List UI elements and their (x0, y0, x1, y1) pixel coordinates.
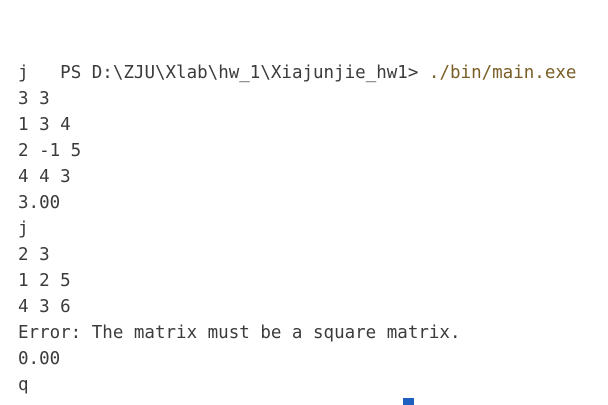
output-line: 1 3 4 (18, 115, 71, 135)
output-line: 1 2 5 (18, 271, 71, 291)
output-line: 3 3 (18, 89, 50, 109)
output-line: 4 4 3 (18, 167, 71, 187)
command-text: ./bin/main.exe (428, 63, 577, 83)
output-line: 4 3 6 (18, 297, 71, 317)
output-line: 3.00 (18, 193, 61, 213)
prompt-path: PS D:\ZJU\Xlab\hw_1\Xiajunjie_hw1> (60, 63, 429, 83)
terminal-panel[interactable]: PS D:\ZJU\Xlab\hw_1\Xiajunjie_hw1> ./bin… (0, 0, 608, 405)
output-line: j (18, 63, 29, 83)
output-line: 2 3 (18, 245, 50, 265)
error-message-line: Error: The matrix must be a square matri… (18, 323, 461, 343)
terminal-cursor (403, 398, 414, 405)
prompt-line: PS D:\ZJU\Xlab\hw_1\Xiajunjie_hw1> ./bin… (18, 34, 576, 83)
output-line: j (18, 219, 29, 239)
output-line: 0.00 (18, 349, 61, 369)
output-line: q (18, 375, 29, 395)
output-line: 2 -1 5 (18, 141, 82, 161)
